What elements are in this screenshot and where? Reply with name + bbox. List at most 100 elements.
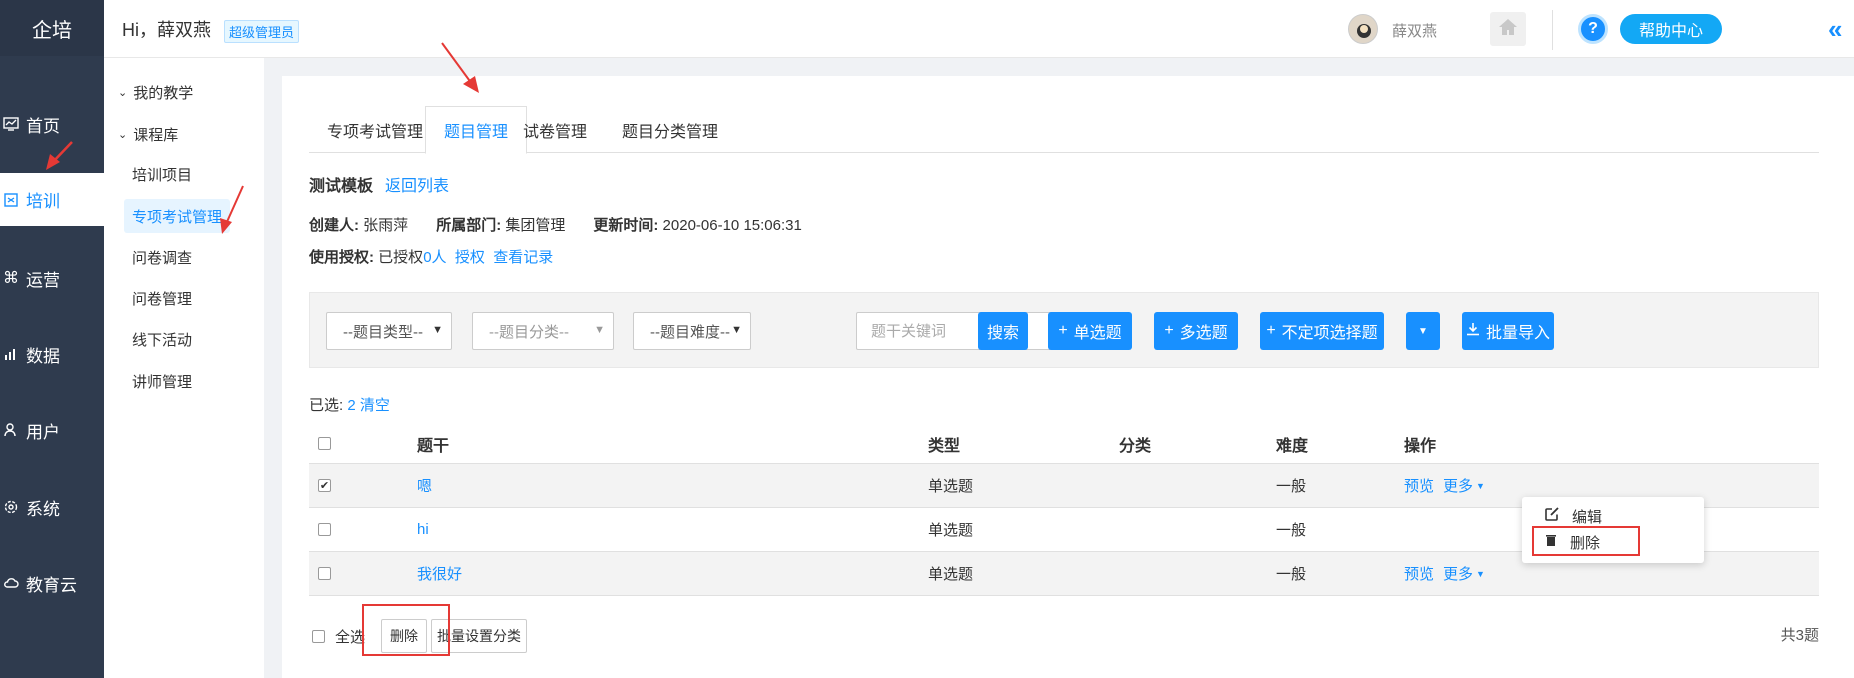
caret-down-icon: ▼	[1476, 480, 1485, 491]
tab-paper-management[interactable]: 试卷管理	[523, 106, 587, 153]
more-types-dropdown-button[interactable]: ▼	[1406, 312, 1440, 350]
row-checkbox[interactable]	[318, 523, 331, 536]
greeting-text: Hi，薛双燕	[122, 20, 211, 40]
clear-selection-link[interactable]: 清空	[360, 397, 390, 414]
auth-label: 使用授权:	[309, 249, 374, 266]
left-nav: 企培 首页 培训 ⌘ 运营 数据 用户 系统 教育云	[0, 0, 104, 678]
select-all-control[interactable]: 全选	[312, 626, 365, 647]
back-to-list-link[interactable]: 返回列表	[385, 178, 449, 195]
tab-question-category[interactable]: 题目分类管理	[622, 106, 718, 153]
row-checkbox-cell: ✔	[318, 464, 331, 507]
home-button[interactable]	[1490, 12, 1526, 46]
dashboard-icon	[2, 115, 20, 133]
nav-item-home[interactable]: 首页	[0, 94, 104, 154]
command-icon: ⌘	[3, 270, 19, 287]
row-checkbox[interactable]: ✔	[318, 479, 331, 492]
nav-label-edu-cloud: 教育云	[26, 575, 77, 595]
help-question-icon[interactable]: ?	[1578, 14, 1608, 44]
row-preview-link[interactable]: 预览	[1404, 552, 1434, 595]
subnav-group-course-library[interactable]: ⌄ 课程库	[118, 124, 178, 145]
subnav-item-lecturer-management[interactable]: 讲师管理	[124, 364, 200, 398]
row-stem-link[interactable]: hi	[417, 508, 429, 551]
row-difficulty: 一般	[1276, 478, 1307, 495]
selection-info: 已选: 2 清空	[309, 394, 390, 415]
subnav-item-training-projects[interactable]: 培训项目	[124, 157, 200, 191]
annotation-box-footer-delete	[362, 604, 450, 656]
subnav-item-special-exam[interactable]: 专项考试管理	[124, 199, 231, 233]
add-multi-choice-button[interactable]: + 多选题	[1154, 312, 1238, 350]
row-stem-link[interactable]: 嗯	[417, 464, 432, 507]
sub-nav: ⌄ 我的教学 ⌄ 课程库 培训项目 专项考试管理 问卷调查 问卷管理 线下活动 …	[104, 58, 264, 678]
creator-label: 创建人:	[309, 217, 359, 234]
subnav-item-survey[interactable]: 问卷调查	[124, 240, 200, 274]
plus-icon: +	[1266, 322, 1276, 339]
select-all-checkbox[interactable]	[312, 630, 325, 643]
nav-item-users[interactable]: 用户	[0, 400, 104, 460]
row-preview-link[interactable]: 预览	[1404, 464, 1434, 507]
help-center-button[interactable]: 帮助中心	[1620, 14, 1722, 44]
subnav-group-my-teaching[interactable]: ⌄ 我的教学	[118, 82, 193, 103]
row-difficulty: 一般	[1276, 522, 1307, 539]
question-category-select[interactable]: --题目分类-- ▼	[472, 312, 614, 350]
keyword-input[interactable]	[856, 312, 1080, 350]
nav-item-data[interactable]: 数据	[0, 324, 104, 384]
subnav-item-survey-management[interactable]: 问卷管理	[124, 281, 200, 315]
updated-info: 更新时间: 2020-06-10 15:06:31	[593, 214, 801, 235]
nav-label-operations: 运营	[26, 270, 60, 290]
menu-item-edit[interactable]: 编辑	[1544, 505, 1602, 527]
question-difficulty-select[interactable]: --题目难度-- ▼	[633, 312, 751, 350]
bar-chart-icon	[2, 345, 20, 363]
cloud-icon	[2, 574, 20, 592]
dept-value: 集团管理	[505, 217, 566, 234]
add-indefinite-choice-button[interactable]: + 不定项选择题	[1260, 312, 1384, 350]
tab-question-management[interactable]: 题目管理	[425, 106, 528, 154]
authorize-link[interactable]: 授权	[455, 249, 485, 266]
creator-info: 创建人: 张雨萍	[309, 214, 408, 235]
nav-label-home: 首页	[26, 116, 60, 136]
add-multi-label: 多选题	[1179, 325, 1228, 342]
table-footer: 全选 删除 批量设置分类 共3题	[309, 616, 1819, 656]
header-divider	[1552, 10, 1553, 50]
updated-value: 2020-06-10 15:06:31	[662, 217, 802, 234]
collapse-double-chevron-icon[interactable]: «	[1828, 14, 1842, 45]
nav-label-training: 培训	[26, 192, 60, 211]
table-header: 题干 类型 分类 难度 操作	[309, 424, 1819, 464]
chevron-down-icon: ⌄	[118, 129, 128, 141]
user-icon	[2, 421, 20, 439]
search-button[interactable]: 搜索	[978, 312, 1028, 350]
caret-down-icon: ▼	[1418, 325, 1428, 337]
question-difficulty-value: --题目难度--	[650, 323, 730, 341]
question-type-value: --题目类型--	[343, 323, 423, 341]
header-type: 类型	[928, 437, 961, 455]
import-icon	[1466, 322, 1480, 341]
nav-item-system[interactable]: 系统	[0, 477, 104, 537]
home-icon	[1498, 18, 1518, 40]
header-category: 分类	[1119, 437, 1152, 455]
question-type-select[interactable]: --题目类型-- ▼	[326, 312, 452, 350]
auth-count[interactable]: 0人	[423, 249, 446, 266]
annotation-box-menu-delete	[1532, 526, 1640, 556]
view-records-link[interactable]: 查看记录	[493, 249, 553, 266]
add-single-choice-button[interactable]: + 单选题	[1048, 312, 1132, 350]
menu-item-edit-label: 编辑	[1572, 508, 1603, 526]
row-more-dropdown[interactable]: 更多 ▼	[1443, 552, 1485, 595]
batch-import-button[interactable]: 批量导入	[1462, 312, 1554, 350]
selection-count: 2	[347, 397, 356, 414]
add-single-label: 单选题	[1073, 325, 1122, 342]
header-checkbox[interactable]	[318, 437, 331, 450]
nav-item-edu-cloud[interactable]: 教育云	[0, 553, 104, 613]
row-checkbox[interactable]	[318, 567, 331, 580]
row-stem-link[interactable]: 我很好	[417, 552, 462, 595]
user-name[interactable]: 薛双燕	[1392, 20, 1437, 41]
edit-icon	[1544, 506, 1560, 526]
subnav-item-offline-activity[interactable]: 线下活动	[124, 322, 200, 356]
row-type: 单选题	[928, 522, 974, 539]
row-more-dropdown[interactable]: 更多 ▼	[1443, 464, 1485, 507]
row-type: 单选题	[928, 566, 974, 583]
row-difficulty: 一般	[1276, 566, 1307, 583]
tab-special-exam[interactable]: 专项考试管理	[327, 106, 423, 153]
nav-item-operations[interactable]: ⌘ 运营	[0, 248, 104, 308]
avatar[interactable]	[1348, 14, 1378, 44]
nav-item-training[interactable]: 培训	[0, 173, 104, 226]
row-checkbox-cell	[318, 508, 331, 551]
